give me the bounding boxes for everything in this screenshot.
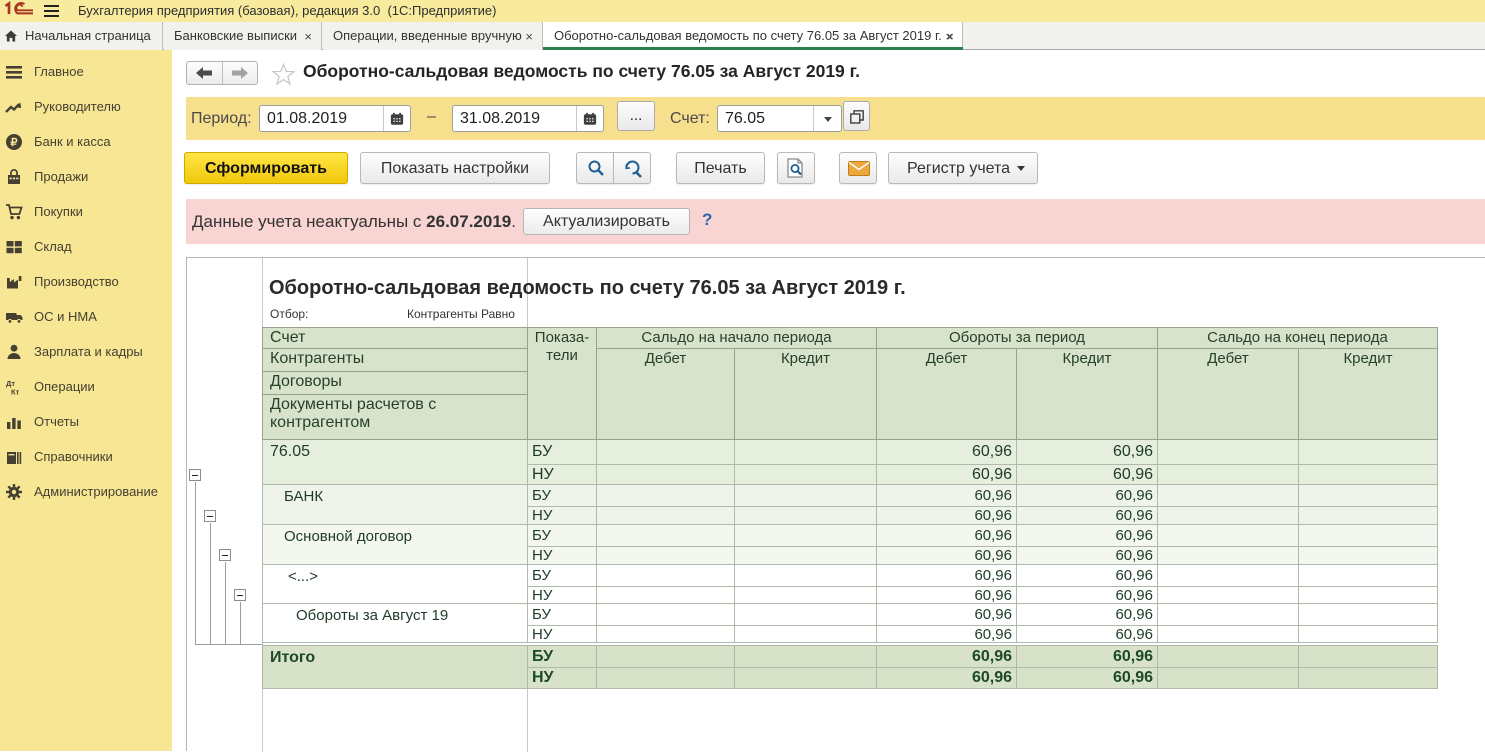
svg-text:₽: ₽	[11, 137, 18, 149]
svg-text:Кт: Кт	[11, 388, 20, 397]
